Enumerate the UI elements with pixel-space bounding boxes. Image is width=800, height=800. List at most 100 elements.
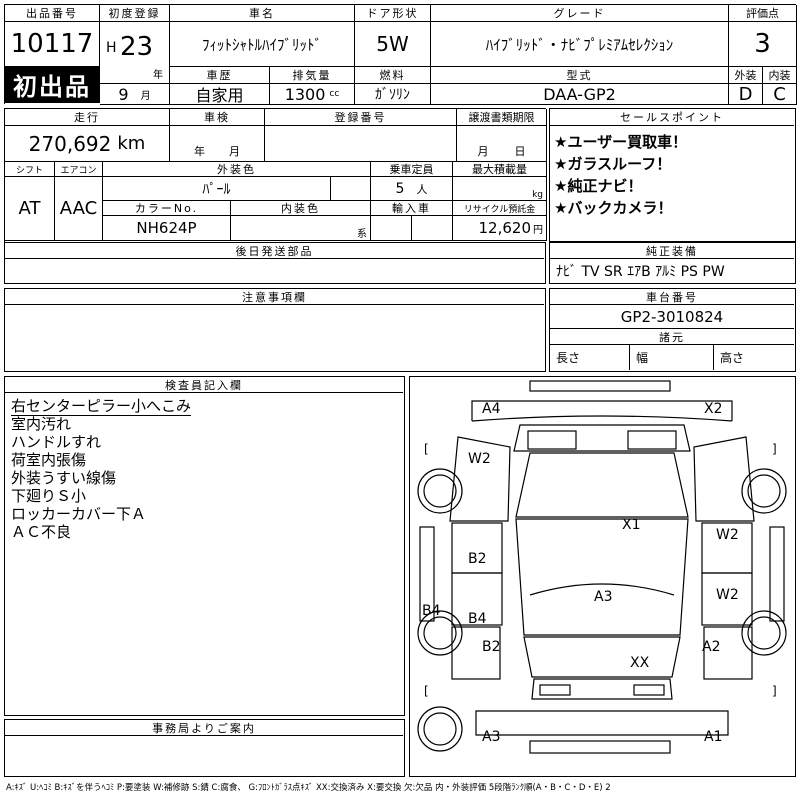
- damage-roof-x1: X1: [622, 517, 641, 533]
- capacity-cell: 5 人: [371, 177, 453, 201]
- legend-text: A:ｷｽﾞ U:ﾍｺﾐ B:ｷｽﾞを伴うﾍｺﾐ P:要塗装 W:補修跡 S:錆 …: [6, 783, 611, 793]
- first-reg-label: 初度登録: [100, 5, 170, 22]
- shift-label: シフト: [5, 162, 55, 177]
- fuel-label: 燃料: [355, 67, 431, 84]
- fuel-value: ｶﾞｿﾘﾝ: [355, 84, 431, 105]
- inspector-line-4: 荷室内張傷: [11, 451, 87, 469]
- sales-point-3: ★純正ナビ！: [554, 177, 643, 195]
- interior-grade-value: C: [763, 84, 797, 105]
- mileage-unit: km: [117, 133, 146, 154]
- grade-label: グレード: [431, 5, 729, 22]
- first-reg-month-cell: 9 月: [100, 84, 170, 105]
- equipment-label: 純正装備: [550, 243, 794, 259]
- chassis-value: GP2-3010824: [550, 305, 794, 329]
- recycle-value: 12,620: [478, 219, 532, 237]
- damage-left-front-door-b2: B2: [468, 551, 487, 567]
- recycle-label: リサイクル預託金: [453, 201, 547, 216]
- dims-label: 諸元: [550, 329, 794, 345]
- sales-points-label: セールスポイント: [550, 109, 794, 126]
- dims-length: 長さ: [550, 345, 630, 370]
- later-parts-label: 後日発送部品: [5, 243, 544, 259]
- car-outline-diagram: [ ] [ ]: [417, 380, 787, 754]
- import-label: 輸入車: [371, 201, 453, 216]
- import-value-a: [371, 216, 412, 241]
- interior-grade-label: 内装: [763, 67, 797, 84]
- later-parts-block: 後日発送部品: [4, 242, 546, 284]
- notes-block: 注意事項欄: [4, 288, 546, 372]
- damage-roof-a3: A3: [594, 589, 613, 605]
- office-block: 事務局よりご案内: [4, 719, 405, 777]
- displacement-value: 1300: [284, 84, 326, 104]
- model-code-value: DAA-GP2: [431, 84, 729, 105]
- equipment-block: 純正装備 ﾅﾋﾞ TV SR ｴｱB ｱﾙﾐ PS PW: [549, 242, 796, 284]
- door-label: ドア形状: [355, 5, 431, 22]
- inspector-block: 検査員記入欄 右センターピラー小へこみ 室内汚れ ハンドルすれ 荷室内張傷 外装…: [4, 376, 405, 716]
- score-label: 評価点: [729, 5, 797, 22]
- sales-point-2: ★ガラスルーフ！: [554, 155, 672, 173]
- first-listing-badge: 初出品: [5, 67, 100, 103]
- mileage-cell: 270,692 km: [5, 126, 170, 162]
- int-color-label: 内装色: [231, 201, 371, 216]
- ext-color-label: 外装色: [103, 162, 371, 177]
- recycle-cell: 12,620 円: [453, 216, 547, 241]
- first-reg-year: 23: [120, 32, 154, 62]
- sales-point-1: ★ユーザー買取車！: [554, 133, 688, 151]
- inspector-line-5: 外装うすい線傷: [11, 469, 117, 487]
- import-value-b: [412, 216, 453, 241]
- score-value: 3: [729, 22, 797, 67]
- max-load-cell: kg: [453, 177, 547, 201]
- inspector-line-6: 下廻りＳ小: [11, 487, 87, 505]
- inspector-line-7: ロッカーカバー下Ａ: [11, 505, 147, 523]
- inspector-line-3: ハンドルすれ: [11, 433, 102, 451]
- displacement-cell: 1300 cc: [270, 84, 355, 105]
- damage-right-front-door-w2: W2: [716, 527, 739, 543]
- inspection-cell: 年 月: [170, 126, 265, 162]
- first-reg-year-cell: H 23 年: [100, 22, 170, 84]
- color-no-label: カラーNo.: [103, 201, 231, 216]
- dims-height: 高さ: [720, 351, 745, 365]
- chassis-label: 車台番号: [550, 289, 794, 305]
- inspection-month-unit: 月: [229, 145, 240, 158]
- color-no-value: NH624P: [103, 216, 231, 241]
- damage-right-rear-door-w2: W2: [716, 587, 739, 603]
- capacity-unit: 人: [416, 182, 428, 196]
- exterior-grade-label: 外装: [729, 67, 763, 84]
- aircon-value: AAC: [55, 177, 103, 241]
- sales-points-block: セールスポイント ★ユーザー買取車！ ★ガラスルーフ！ ★純正ナビ！ ★バックカ…: [549, 108, 796, 242]
- displacement-unit: cc: [329, 89, 340, 99]
- mileage-value: 270,692: [28, 131, 112, 156]
- ext-color-value: ﾊﾟｰﾙ: [103, 177, 331, 201]
- history-label: 車歴: [170, 67, 270, 84]
- svg-text:]: ]: [772, 442, 777, 456]
- transfer-month-unit: 月: [477, 145, 489, 158]
- model-code-label: 型式: [431, 67, 729, 84]
- max-load-label: 最大積載量: [453, 162, 547, 177]
- damage-front-right-x2: X2: [704, 401, 723, 417]
- dims-width: 幅: [630, 345, 714, 370]
- exterior-grade-value: D: [729, 84, 763, 105]
- damage-left-rear-door-b4: B4: [468, 611, 487, 627]
- transfer-label: 譲渡書類期限: [457, 109, 547, 126]
- notes-label: 注意事項欄: [5, 289, 544, 305]
- car-name: ﾌｨｯﾄｼｬﾄﾙﾊｲﾌﾞﾘｯﾄﾞ: [170, 22, 355, 67]
- damage-front-left-a4: A4: [482, 401, 501, 417]
- inspection-year-unit: 年: [194, 145, 205, 158]
- aircon-label: エアコン: [55, 162, 103, 177]
- damage-rear-hatch-xx: XX: [630, 655, 650, 671]
- lot-label: 出品番号: [5, 5, 100, 22]
- first-reg-year-unit: 年: [153, 70, 163, 81]
- int-color-cell: 系: [231, 216, 371, 241]
- header-block: 出品番号 10117 初出品 初度登録 H 23 年 9 月 車名 ﾌｨｯﾄｼｬ…: [4, 4, 797, 105]
- reg-no-value: [265, 126, 457, 162]
- damage-left-rocker-b4: B4: [422, 603, 441, 619]
- chassis-block: 車台番号 GP2-3010824 諸元 長さ 幅 高さ: [549, 288, 796, 372]
- damage-diagram: [ ] [ ] A4 X2 W2 X1 W2 B2 A3 W2 B4 B4 B2…: [409, 376, 796, 777]
- svg-text:]: ]: [772, 684, 777, 698]
- recycle-unit: 円: [533, 224, 543, 236]
- sales-point-4: ★バックカメラ！: [554, 199, 673, 217]
- transfer-day-unit: 日: [514, 145, 526, 158]
- svg-text:[: [: [424, 442, 429, 456]
- history-value: 自家用: [170, 84, 270, 105]
- first-reg-era: H: [106, 40, 117, 56]
- ext-color-extra: [331, 177, 371, 201]
